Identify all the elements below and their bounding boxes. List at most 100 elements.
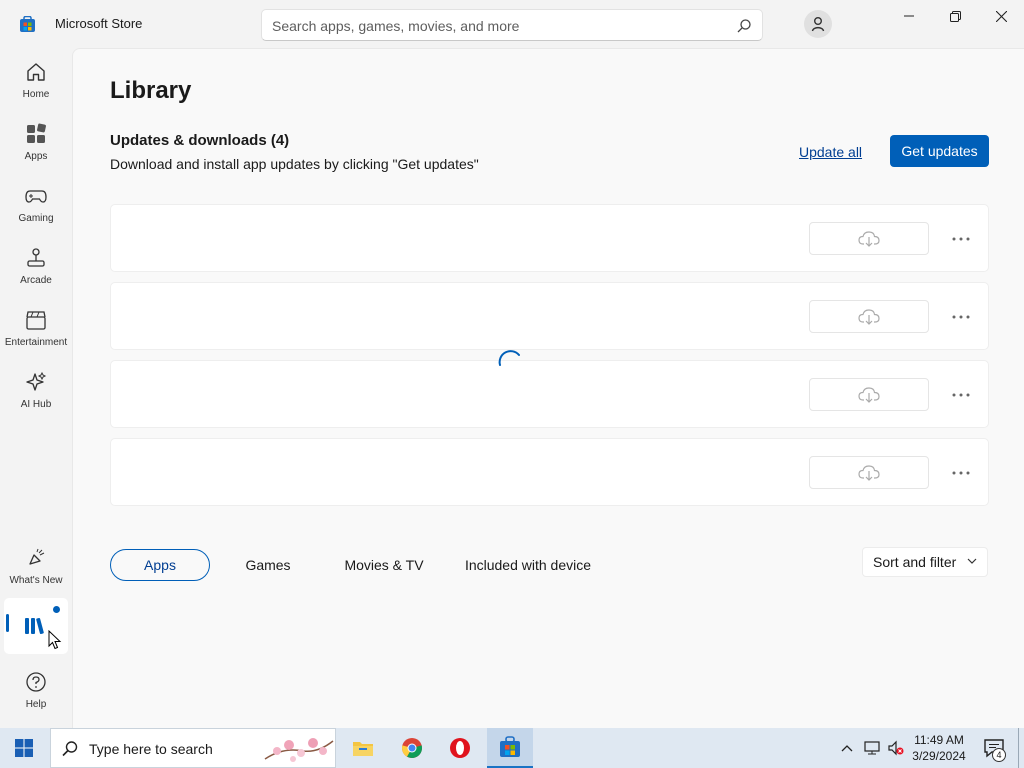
taskbar: Type here to search 11:49 AM 3/29/2024 4 bbox=[0, 728, 1024, 768]
clock-time: 11:49 AM bbox=[914, 733, 964, 747]
restore-button[interactable] bbox=[932, 0, 978, 32]
download-button[interactable] bbox=[809, 222, 929, 255]
sort-and-filter-button[interactable]: Sort and filter bbox=[862, 547, 988, 577]
nav-label: Entertainment bbox=[4, 337, 68, 348]
nav-item-ai-hub[interactable]: AI Hub bbox=[4, 364, 68, 422]
update-card bbox=[110, 438, 989, 506]
taskbar-search-text: Type here to search bbox=[89, 741, 213, 757]
nav-item-apps[interactable]: Apps bbox=[4, 116, 68, 174]
more-icon bbox=[952, 237, 970, 241]
start-button[interactable] bbox=[0, 728, 48, 768]
tray-network[interactable] bbox=[860, 728, 884, 768]
show-desktop-button[interactable] bbox=[1018, 728, 1024, 768]
person-icon bbox=[811, 17, 825, 32]
nav-item-entertainment[interactable]: Entertainment bbox=[4, 302, 68, 360]
cloud-download-icon bbox=[858, 464, 880, 481]
download-button[interactable] bbox=[809, 456, 929, 489]
taskbar-microsoft-store[interactable] bbox=[487, 728, 533, 768]
mouse-cursor-icon bbox=[48, 630, 62, 650]
filter-chip-movies-tv[interactable]: Movies & TV bbox=[329, 549, 439, 581]
home-icon bbox=[24, 60, 48, 84]
network-icon bbox=[864, 741, 880, 755]
chevron-up-icon bbox=[841, 745, 853, 752]
apps-icon bbox=[24, 122, 48, 146]
nav-label: Home bbox=[22, 89, 50, 100]
folder-icon bbox=[353, 742, 373, 756]
tray-overflow-button[interactable] bbox=[836, 728, 858, 768]
more-options-button[interactable] bbox=[949, 383, 973, 407]
section-subtitle: Download and install app updates by clic… bbox=[110, 156, 479, 172]
volume-muted-icon bbox=[888, 740, 904, 756]
chevron-down-icon bbox=[967, 558, 977, 564]
search-icon bbox=[62, 741, 78, 757]
windows-logo-icon bbox=[15, 739, 33, 757]
filter-chip-games[interactable]: Games bbox=[218, 549, 318, 581]
search-box[interactable] bbox=[261, 9, 763, 41]
restore-icon bbox=[949, 10, 961, 22]
section-title: Updates & downloads (4) bbox=[110, 132, 290, 149]
more-options-button[interactable] bbox=[949, 461, 973, 485]
more-icon bbox=[952, 471, 970, 475]
cloud-download-icon bbox=[858, 308, 880, 325]
library-icon bbox=[24, 616, 48, 641]
joystick-icon bbox=[24, 246, 48, 270]
nav-label: AI Hub bbox=[20, 399, 52, 410]
notification-count-badge: 4 bbox=[992, 748, 1006, 762]
nav-label: Gaming bbox=[18, 213, 54, 224]
tray-volume[interactable] bbox=[884, 728, 908, 768]
more-options-button[interactable] bbox=[949, 227, 973, 251]
cloud-download-icon bbox=[858, 230, 880, 247]
selected-indicator bbox=[6, 614, 9, 632]
download-button[interactable] bbox=[809, 300, 929, 333]
taskbar-clock[interactable]: 11:49 AM 3/29/2024 bbox=[906, 732, 972, 764]
download-button[interactable] bbox=[809, 378, 929, 411]
taskbar-chrome[interactable] bbox=[389, 728, 435, 768]
more-icon bbox=[952, 315, 970, 319]
search-input[interactable] bbox=[272, 16, 712, 36]
search-icon[interactable] bbox=[736, 18, 752, 34]
filter-chip-included-with-device[interactable]: Included with device bbox=[448, 549, 608, 581]
sparkle-icon bbox=[24, 370, 48, 394]
update-card bbox=[110, 282, 989, 350]
taskbar-file-explorer[interactable] bbox=[340, 728, 386, 768]
nav-item-arcade[interactable]: Arcade bbox=[4, 240, 68, 298]
nav-label: Apps bbox=[24, 151, 48, 162]
clock-date: 3/29/2024 bbox=[912, 749, 966, 763]
clapperboard-icon bbox=[24, 308, 48, 332]
close-button[interactable] bbox=[978, 0, 1024, 32]
taskbar-opera[interactable] bbox=[437, 728, 483, 768]
more-icon bbox=[952, 393, 970, 397]
close-icon bbox=[995, 10, 1007, 22]
app-title: Microsoft Store bbox=[55, 16, 143, 31]
update-all-link[interactable]: Update all bbox=[799, 144, 862, 160]
nav-label: Arcade bbox=[20, 275, 52, 286]
minimize-icon bbox=[904, 15, 914, 17]
nav-label: Help bbox=[25, 699, 47, 710]
nav-item-help[interactable]: Help bbox=[4, 664, 68, 722]
nav-label: What's New bbox=[9, 575, 63, 586]
get-updates-button[interactable]: Get updates bbox=[890, 135, 989, 167]
nav-item-home[interactable]: Home bbox=[4, 54, 68, 112]
cloud-download-icon bbox=[858, 386, 880, 403]
update-card bbox=[110, 204, 989, 272]
gamepad-icon bbox=[24, 184, 48, 208]
search-highlight-blossom-icon bbox=[264, 738, 334, 762]
filter-chip-apps[interactable]: Apps bbox=[110, 549, 210, 581]
account-avatar[interactable] bbox=[804, 10, 832, 38]
megaphone-icon bbox=[24, 546, 48, 570]
sort-label: Sort and filter bbox=[873, 554, 957, 570]
minimize-button[interactable] bbox=[886, 0, 932, 32]
microsoft-store-logo-icon bbox=[20, 16, 35, 32]
nav-item-gaming[interactable]: Gaming bbox=[4, 178, 68, 236]
nav-item-whats-new[interactable]: What's New bbox=[4, 540, 68, 598]
notification-dot bbox=[53, 606, 60, 613]
library-page: Library Updates & downloads (4) Download… bbox=[72, 48, 1024, 728]
microsoft-store-icon bbox=[500, 736, 520, 757]
help-icon bbox=[24, 670, 48, 694]
nav-rail: Home Apps Gaming Arcade Entertainment AI… bbox=[0, 48, 72, 728]
chrome-icon bbox=[401, 738, 423, 759]
more-options-button[interactable] bbox=[949, 305, 973, 329]
loading-spinner-icon bbox=[498, 350, 520, 366]
taskbar-search-box[interactable]: Type here to search bbox=[50, 728, 336, 768]
title-bar: Microsoft Store bbox=[0, 0, 1024, 48]
